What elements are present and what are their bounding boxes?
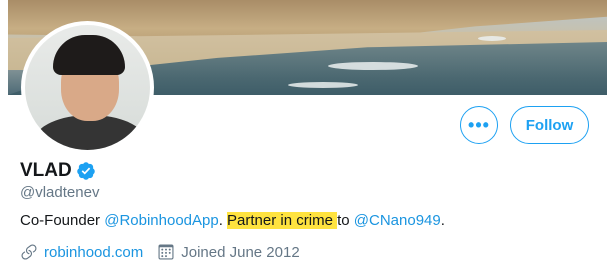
joined-date: Joined June 2012 xyxy=(181,243,300,261)
avatar[interactable] xyxy=(21,21,154,154)
bio-mention-link[interactable]: @CNano949 xyxy=(354,212,441,229)
follow-label: Follow xyxy=(525,116,574,134)
profile-meta: robinhood.com Joined June 2012 xyxy=(20,243,300,261)
profile-name-row: VLAD xyxy=(20,160,96,182)
bio-mention-link[interactable]: @RobinhoodApp xyxy=(104,212,218,229)
banner-wave xyxy=(328,62,418,70)
bio-text: to xyxy=(337,212,354,229)
banner-wave xyxy=(478,36,506,41)
link-icon xyxy=(21,244,37,260)
follow-button[interactable]: Follow xyxy=(510,106,589,144)
bio-text: Co-Founder xyxy=(20,212,105,229)
calendar-icon xyxy=(158,244,174,260)
profile-name: VLAD xyxy=(20,160,72,181)
avatar-photo xyxy=(25,25,150,150)
verified-badge-icon xyxy=(76,162,95,180)
website-link[interactable]: robinhood.com xyxy=(44,244,143,261)
avatar-hair xyxy=(53,35,125,75)
bio-highlighted-text: Partner in crime xyxy=(227,212,338,229)
bio-text: . xyxy=(218,212,228,229)
more-icon: ••• xyxy=(468,114,490,135)
bio-text: . xyxy=(440,212,445,229)
profile-bio: Co-Founder @RobinhoodApp. Partner in cri… xyxy=(20,212,445,229)
profile-handle: @vladtenev xyxy=(20,184,100,201)
banner-wave xyxy=(288,82,358,88)
more-options-button[interactable]: ••• xyxy=(460,106,498,144)
